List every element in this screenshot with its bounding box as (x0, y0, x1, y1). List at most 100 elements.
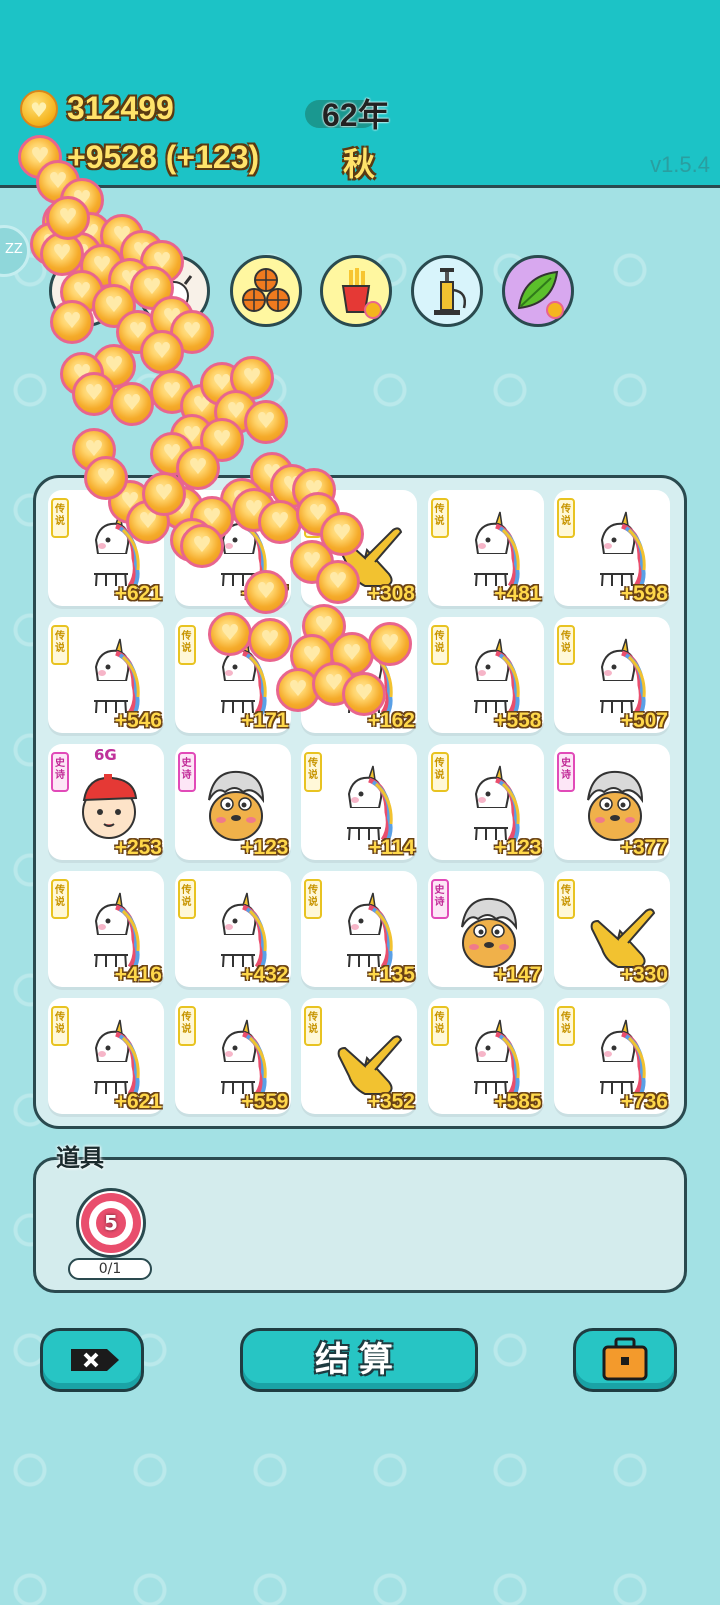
chick-icon (582, 764, 648, 844)
board-cell[interactable]: 传说 +308 (301, 490, 417, 606)
briefcase-icon (602, 1337, 648, 1381)
bonus-basketballs-icon[interactable] (230, 255, 302, 327)
board-cell[interactable]: 传说 +621 (48, 490, 164, 606)
board-cell[interactable]: 传说 +416 (48, 871, 164, 987)
income-value: +481 (494, 582, 542, 605)
rarity-tag: 传说 (304, 1006, 322, 1046)
income-value: +598 (620, 582, 668, 605)
rarity-tag: 传说 (177, 498, 196, 538)
flying-coin (230, 356, 274, 400)
rarity-tag: 史诗 (430, 879, 449, 919)
unicorn-icon (456, 637, 522, 717)
flying-coin (72, 428, 116, 472)
flying-coin (42, 200, 86, 244)
income-value: +147 (494, 963, 542, 986)
flying-coin (200, 418, 244, 462)
settle-button-label: 结算 (315, 1340, 403, 1380)
income-value: +416 (114, 963, 162, 986)
bonus-fries-icon[interactable] (320, 255, 392, 327)
board-cell[interactable]: 传说 +481 (427, 490, 544, 606)
chick-icon (456, 891, 522, 971)
unicorn-icon (456, 764, 522, 844)
board-cell[interactable]: 传说 +352 (301, 998, 417, 1114)
board-cell[interactable]: 史诗 +123 (174, 744, 291, 860)
year-label: 62年 (322, 97, 390, 133)
board-cell[interactable]: 传说 +507 (554, 617, 670, 733)
board-cell[interactable]: 传说 +171 (174, 617, 291, 733)
income-value: +352 (367, 1090, 415, 1113)
board-cell[interactable]: 传说 +432 (174, 871, 291, 987)
bonus-cow2-icon[interactable] (138, 255, 210, 327)
rarity-tag: 传说 (557, 879, 575, 919)
unicorn-icon (76, 891, 142, 971)
pointer-hand-icon (329, 1018, 403, 1098)
rarity-tag: 传说 (177, 879, 196, 919)
rarity-tag: 传说 (557, 1006, 575, 1046)
bonus-leaf-icon[interactable] (502, 255, 574, 327)
board-cell[interactable]: 史诗 +147 (427, 871, 544, 987)
rarity-tag: 传说 (430, 1006, 449, 1046)
rarity-tag: 传说 (304, 752, 322, 792)
items-title: 道具 (56, 1144, 104, 1172)
flying-coin (46, 196, 90, 240)
income-value: +736 (620, 1090, 668, 1113)
board-cell[interactable]: 传说 +621 (48, 998, 164, 1114)
unicorn-icon (203, 891, 269, 971)
unicorn-icon (76, 1018, 142, 1098)
board-cell[interactable]: 史诗 6G +253 (48, 744, 164, 860)
rarity-tag: 传说 (304, 625, 322, 665)
target-item[interactable]: 5 (76, 1188, 146, 1258)
board-cell[interactable]: 传说 +114 (301, 744, 417, 860)
board-cell[interactable]: 传说 +507 (174, 490, 291, 606)
board-cell[interactable]: 传说 +585 (427, 998, 544, 1114)
flying-coin (244, 400, 288, 444)
board-cell[interactable]: 传说 +135 (301, 871, 417, 987)
income-value: +123 (241, 836, 289, 859)
rarity-tag: 传说 (557, 625, 575, 665)
board-cell[interactable]: 传说 +736 (554, 998, 670, 1114)
bonus-cow-icon[interactable] (49, 255, 121, 327)
rarity-tag: 传说 (51, 879, 69, 919)
board-cell[interactable]: 传说 +598 (554, 490, 670, 606)
board-cell[interactable]: 传说 +330 (554, 871, 670, 987)
rarity-tag: 传说 (557, 498, 575, 538)
income-value: +559 (241, 1090, 289, 1113)
settle-button[interactable]: 结算 (240, 1328, 478, 1392)
rarity-tag: 史诗 (51, 752, 69, 792)
items-panel: 5 0/1 (33, 1157, 687, 1293)
unicorn-icon (203, 637, 269, 717)
sleep-bubble[interactable]: ZZ (0, 225, 30, 277)
board-cell[interactable]: 传说 +123 (427, 744, 544, 860)
rarity-tag: 史诗 (557, 752, 575, 792)
rarity-tag: 传说 (51, 625, 69, 665)
unicorn-icon (76, 510, 142, 590)
rarity-tag: 传说 (304, 879, 322, 919)
unicorn-icon (76, 637, 142, 717)
game-screen: 312499 +9528 (+123) 62年 秋 v1.5.4 ZZ (0, 0, 720, 1605)
close-icon (71, 1349, 119, 1371)
flying-coin (214, 390, 258, 434)
board-cell[interactable]: 传说 +559 (174, 998, 291, 1114)
pointer-hand-icon (329, 510, 403, 590)
boy-cap-icon (76, 764, 142, 844)
income-value: +558 (494, 709, 542, 732)
rarity-tag: 史诗 (177, 752, 196, 792)
target-count: 5 (104, 1211, 118, 1235)
income-value: +330 (620, 963, 668, 986)
income-value: +621 (114, 582, 162, 605)
unicorn-icon (329, 637, 395, 717)
flying-coin (150, 432, 194, 476)
network-badge: 6G (94, 746, 117, 764)
exit-button[interactable] (40, 1328, 144, 1392)
bonus-pump-icon[interactable] (411, 255, 483, 327)
top-header: 312499 +9528 (+123) 62年 秋 v1.5.4 (0, 0, 720, 188)
board-cell[interactable]: 传说 +546 (48, 617, 164, 733)
rarity-tag: 传说 (51, 1006, 69, 1046)
flying-coin (200, 362, 244, 406)
board-cell[interactable]: 史诗 +377 (554, 744, 670, 860)
board-cell[interactable]: 传说 +162 (301, 617, 417, 733)
flying-coin (110, 382, 154, 426)
income-value: +546 (114, 709, 162, 732)
board-cell[interactable]: 传说 +558 (427, 617, 544, 733)
bag-button[interactable] (573, 1328, 677, 1392)
